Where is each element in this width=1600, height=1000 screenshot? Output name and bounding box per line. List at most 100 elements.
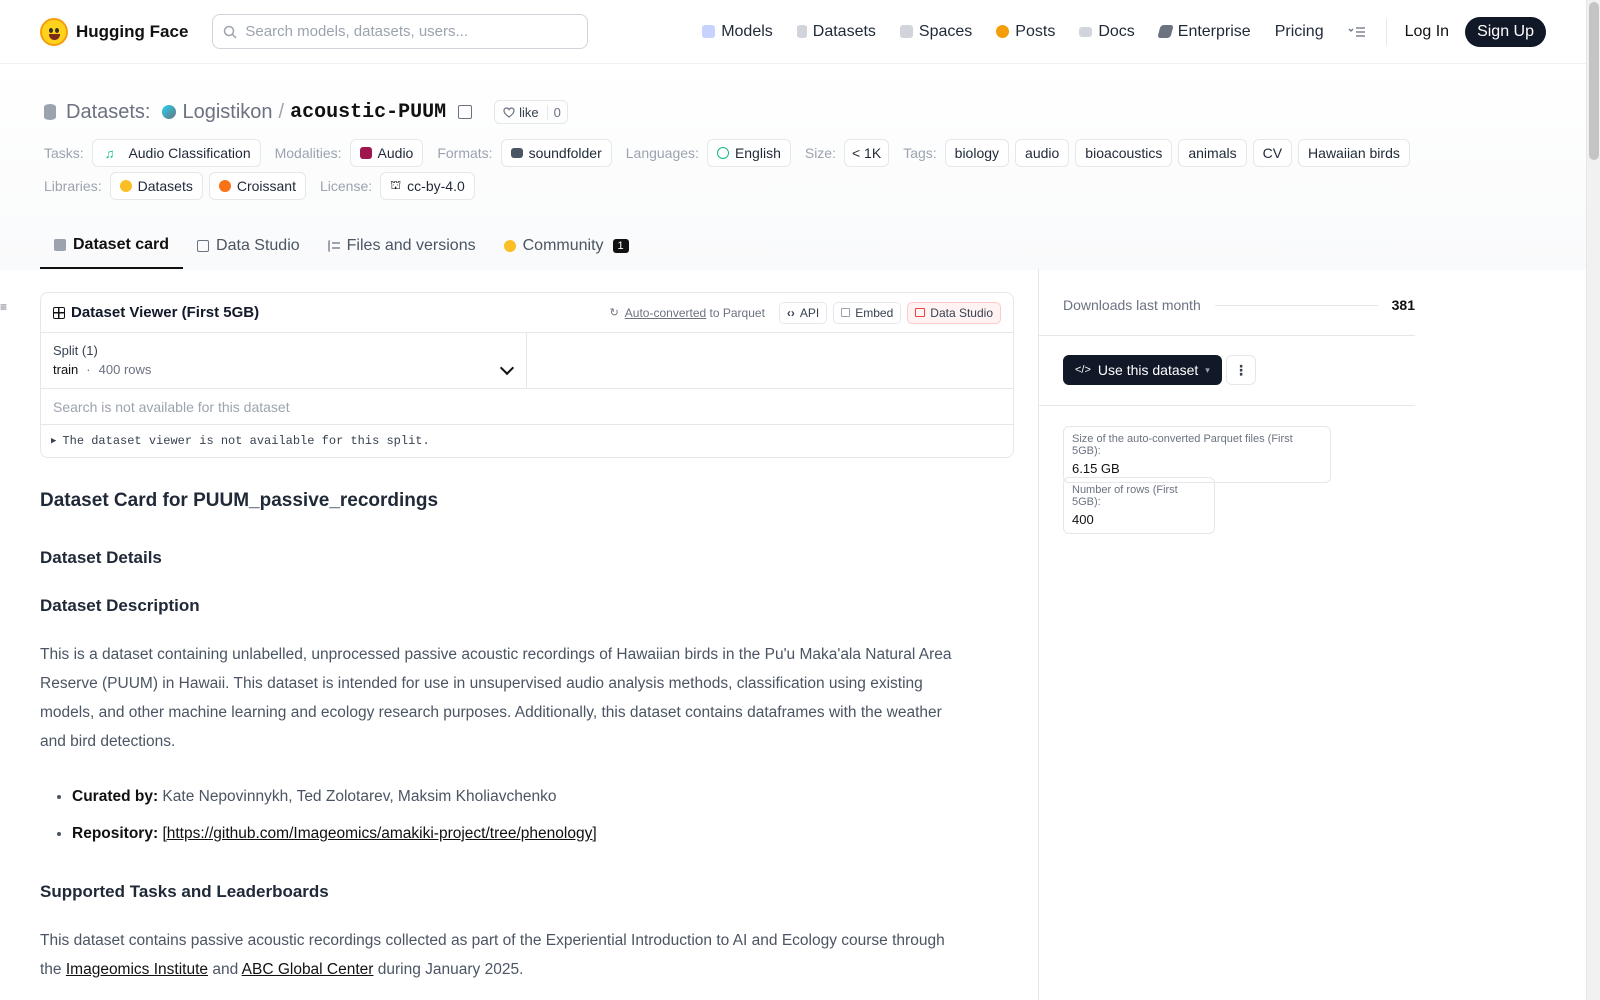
tab-files-and-versions[interactable]: Files and versions [314,222,490,269]
library-chip-croissant[interactable]: Croissant [208,172,306,200]
library-chip-label: Croissant [236,178,296,194]
nav-pricing[interactable]: Pricing [1263,23,1336,41]
split-rows: 400 rows [98,362,152,377]
viewer-search-unavailable: Search is not available for this dataset [41,389,1013,425]
copy-icon[interactable] [458,105,473,119]
login-button[interactable]: Log In [1395,23,1459,41]
hugging-face-logo-icon [40,17,68,46]
size-chip[interactable]: < 1K [843,139,890,167]
community-icon [503,239,516,252]
tag-chip-label: biology [954,145,1000,161]
card-title: Dataset Card for PUUM_passive_recordings [40,490,439,511]
library-chip-datasets[interactable]: Datasets [109,172,203,200]
repo-tabs: Dataset card Data Studio Files and versi… [40,222,643,269]
license-icon: ⛫ [390,178,402,192]
more-options-button[interactable]: ⋮ [1226,355,1256,385]
metadata-row-1: Tasks: ♫ Audio Classification Modalities:… [44,139,1410,167]
imageomics-link[interactable]: Imageomics Institute [66,961,208,978]
nav-links: Models Datasets Spaces Posts Docs Enterp… [690,16,1546,47]
search-box[interactable] [212,14,589,49]
language-chip[interactable]: English [706,139,791,167]
embed-icon [841,308,851,317]
abc-global-center-link[interactable]: ABC Global Center [242,961,374,978]
description-heading: Dataset Description [40,596,200,615]
page-scrollbar[interactable] [1586,0,1600,1000]
nav-posts-label: Posts [1015,22,1056,40]
downloads-label: Downloads last month [1063,297,1201,313]
size-label: Size: [804,145,836,161]
license-chip[interactable]: ⛫ cc-by-4.0 [380,172,475,200]
repo-link[interactable]: [https://github.com/Imageomics/amakiki-p… [162,825,596,842]
data-studio-label: Data Studio [930,305,993,320]
description-text: This is a dataset containing unlabelled,… [40,646,952,750]
embed-button[interactable]: Embed [833,301,902,324]
enterprise-icon [1157,25,1174,38]
license-label: License: [319,178,373,194]
tasks-heading: Supported Tasks and Leaderboards [40,882,329,901]
hugging-face-icon [119,180,132,192]
sidebar-divider [1039,405,1415,406]
dataset-name[interactable]: acoustic-PUUM [290,101,446,124]
api-label: API [799,305,820,320]
parquet-size-stat: Size of the auto-converted Parquet files… [1063,426,1331,483]
libraries-label: Libraries: [44,178,102,194]
tag-chip[interactable]: Hawaiian birds [1298,139,1410,167]
nav-docs[interactable]: Docs [1067,23,1146,41]
heart-icon [503,106,515,118]
refresh-icon: ↻ [609,307,619,319]
sidebar-toggle-icon[interactable]: ≡ [0,300,10,314]
nav-posts[interactable]: Posts [984,23,1067,41]
viewer-unavailable-details[interactable]: ▶ The dataset viewer is not available for… [41,425,1013,457]
use-this-dataset-button[interactable]: </> Use this dataset ▾ [1063,355,1222,385]
task-chip-label: Audio Classification [128,145,251,161]
nav-datasets[interactable]: Datasets [785,23,888,41]
folder-icon [510,148,523,158]
tab-data-studio[interactable]: Data Studio [183,222,314,269]
tag-chip[interactable]: animals [1178,139,1247,167]
tag-chip[interactable]: audio [1015,139,1070,167]
rows-label: Number of rows (First 5GB): [1072,484,1178,508]
api-button[interactable]: ‹› API [778,301,828,324]
brand-logo[interactable]: Hugging Face [40,17,188,46]
owner-link[interactable]: Logistikon [182,101,272,124]
caret-right-icon: ▶ [51,436,57,446]
tag-chip[interactable]: CV [1252,139,1293,167]
split-selector[interactable]: Split (1) train · 400 rows [41,333,527,388]
modality-chip[interactable]: Audio [349,139,424,167]
nav-datasets-label: Datasets [812,22,876,40]
scrollbar-thumb[interactable] [1589,2,1599,160]
signup-button[interactable]: Sign Up [1465,16,1546,47]
section-label[interactable]: Datasets: [66,101,150,124]
nav-models-label: Models [721,22,773,40]
nav-models[interactable]: Models [690,23,785,41]
auto-converted-link[interactable]: Auto-converted to Parquet [625,306,765,320]
nav-enterprise[interactable]: Enterprise [1147,23,1263,41]
to-parquet-text: to Parquet [709,305,765,320]
tab-dataset-card[interactable]: Dataset card [40,222,184,269]
tag-chip[interactable]: bioacoustics [1075,139,1173,167]
search-input[interactable] [245,23,566,40]
library-chip-label: Datasets [137,178,193,194]
rows-stat: Number of rows (First 5GB): 400 [1063,477,1215,534]
spaces-icon [899,25,913,38]
tab-community[interactable]: Community 1 [490,222,643,269]
task-chip[interactable]: ♫ Audio Classification [91,139,261,167]
right-sidebar: Downloads last month 381 </> Use this dat… [1038,269,1586,1000]
parquet-size-label: Size of the auto-converted Parquet files… [1072,433,1293,457]
croissant-icon [218,180,231,192]
like-count: 0 [546,104,567,120]
more-menu-button[interactable] [1336,26,1378,38]
format-chip[interactable]: soundfolder [500,139,612,167]
tab-label: Files and versions [346,236,476,254]
dataset-icon [44,104,56,120]
like-button[interactable]: like 0 [494,100,568,124]
page-title: Datasets: Logistikon / acoustic-PUUM lik… [44,100,568,124]
format-chip-label: soundfolder [528,145,602,161]
data-studio-button[interactable]: Data Studio [907,301,1001,324]
viewer-actions: ↻ Auto-converted to Parquet ‹› API Embed … [609,301,1001,324]
tag-chip-label: CV [1262,145,1283,161]
tag-chip[interactable]: biology [944,139,1010,167]
embed-label: Embed [855,305,894,320]
nav-divider [1385,18,1387,45]
nav-spaces[interactable]: Spaces [888,23,984,41]
